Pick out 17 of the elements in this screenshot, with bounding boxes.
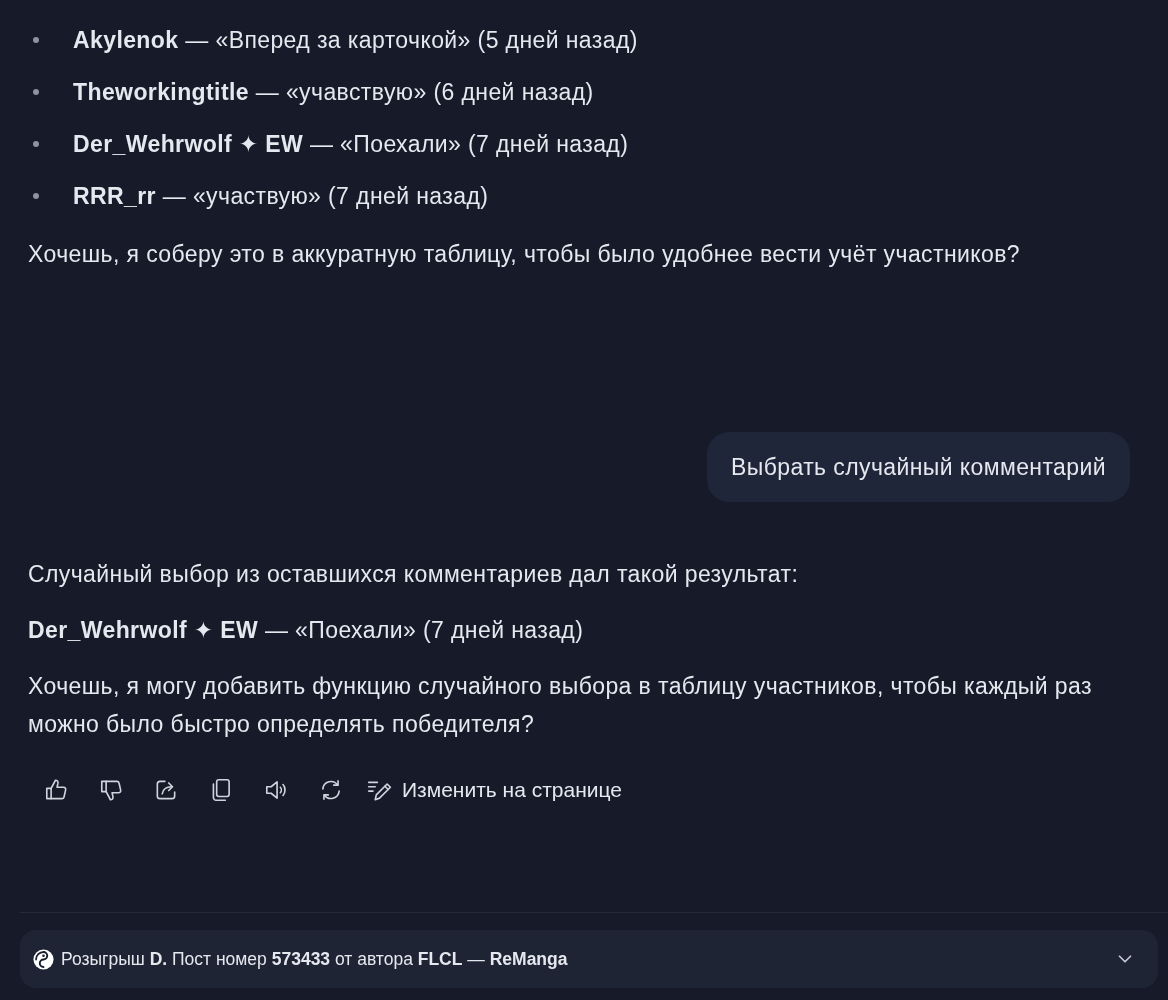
- list-item-text: Akylenok — «Вперед за карточкой» (5 дней назад): [73, 26, 638, 55]
- user-message-bubble: Выбрать случайный комментарий: [707, 432, 1130, 502]
- edit-button[interactable]: Изменить на странице: [366, 770, 622, 810]
- reply-paragraph: Der_Wehrwolf ✦ EW — «Поехали» (7 дней назад): [28, 616, 585, 645]
- bullet-icon: [33, 37, 39, 43]
- source-panel[interactable]: Розыгрыш D. Пост номер 573433 от автора FLCL — ReManga: [20, 930, 1158, 988]
- source-title: Розыгрыш D. Пост номер 573433 от автора FLCL — ReManga: [61, 948, 569, 970]
- list-item-text: Der_Wehrwolf ✦ EW — «Поехали» (7 дней назад): [73, 130, 629, 159]
- reply-paragraph: Хочешь, я соберу это в аккуратную таблицу, чтобы было удобнее вести учёт участников?: [28, 240, 1021, 269]
- reply-paragraph: Случайный выбор из оставшихся комментариев дал такой результат:: [28, 560, 800, 589]
- swirl-icon: [33, 948, 54, 970]
- bullet-icon: [33, 193, 39, 199]
- reply-paragraph: Хочешь, я могу добавить функцию случайного выбора в таблицу участников, чтобы каждый раз можно было быстро определять победителя?: [28, 672, 1093, 739]
- list-item-text: Theworkingtitle — «учавствую» (6 дней назад): [73, 78, 594, 107]
- bullet-icon: [33, 89, 39, 95]
- bullet-icon: [33, 141, 39, 147]
- list-item-text: RRR_rr — «участвую» (7 дней назад): [73, 182, 489, 211]
